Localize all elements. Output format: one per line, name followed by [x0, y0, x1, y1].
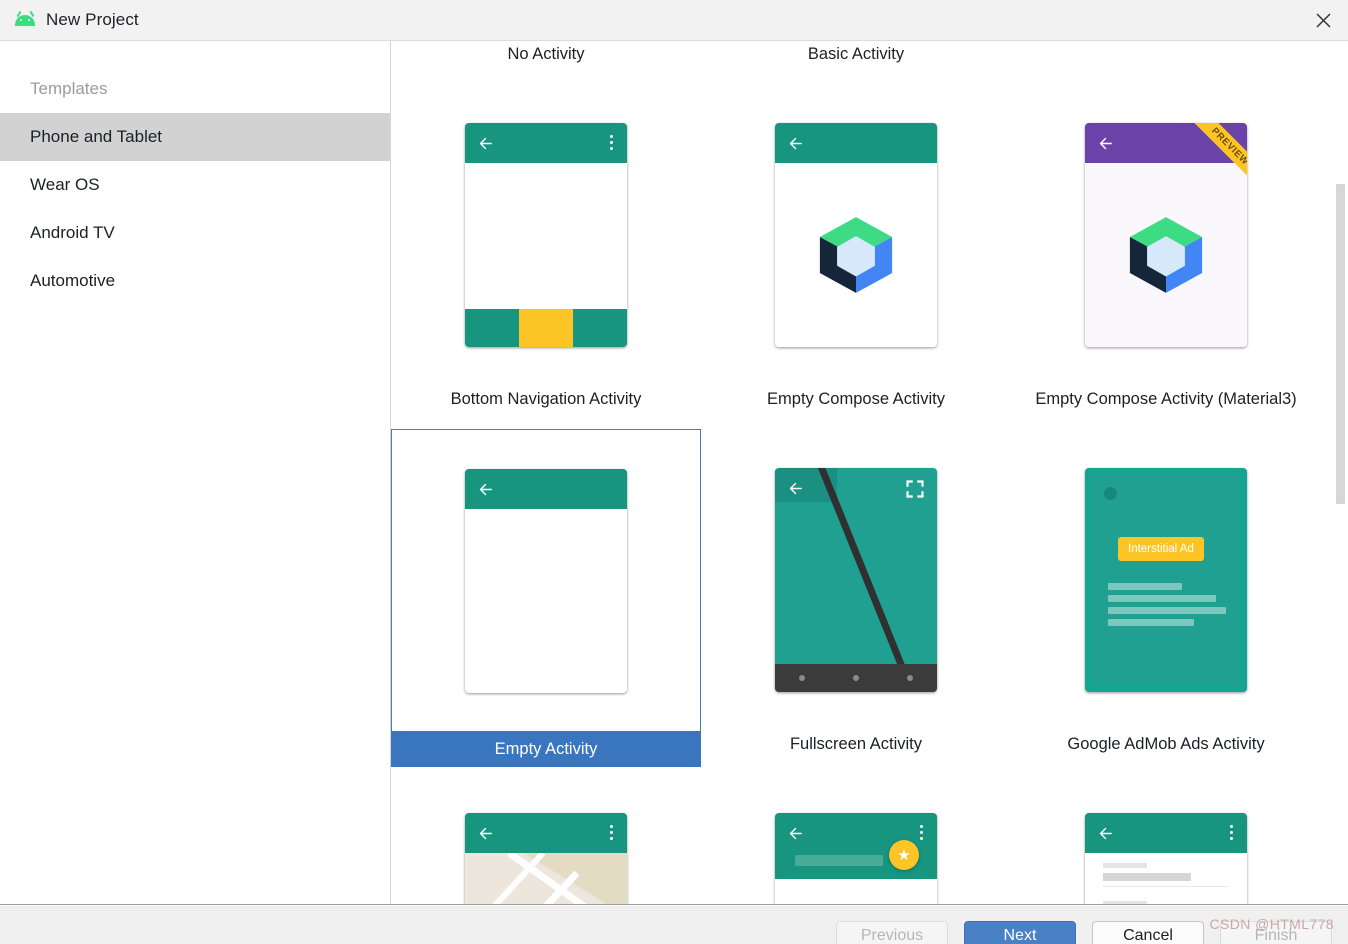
template-thumbnail	[391, 429, 701, 731]
template-card-label: Basic Activity	[807, 45, 905, 63]
dialog-title: New Project	[46, 10, 139, 29]
phone-mock	[465, 123, 627, 347]
back-arrow-icon	[1099, 827, 1112, 840]
app-bar	[775, 123, 937, 163]
app-bar	[465, 468, 627, 509]
dialog-body: Templates Phone and Tablet Wear OS Andro…	[0, 41, 1348, 905]
template-thumbnail: ★	[701, 774, 1011, 904]
star-fab-icon: ★	[889, 840, 919, 870]
back-arrow-icon	[1099, 137, 1112, 150]
template-card-label: Fullscreen Activity	[789, 735, 923, 753]
template-grid-container: No Activity Basic Activity Bottom Naviga…	[391, 41, 1348, 904]
map-graphic	[465, 853, 627, 904]
template-card-label: Bottom Navigation Activity	[450, 390, 642, 408]
template-card-basic-activity[interactable]: Basic Activity	[701, 41, 1011, 84]
template-card-no-activity[interactable]: No Activity	[391, 41, 701, 84]
sidebar-item-automotive[interactable]: Automotive	[0, 257, 390, 305]
sidebar-item-android-tv[interactable]: Android TV	[0, 209, 390, 257]
phone-mock	[1085, 813, 1247, 904]
scrollbar-thumb[interactable]	[1336, 184, 1345, 504]
system-navigation-bar	[775, 664, 937, 692]
overflow-menu-icon	[610, 135, 614, 153]
title-placeholder	[795, 855, 883, 866]
back-arrow-icon	[479, 483, 492, 495]
template-thumbnail: Interstitial Ad	[1011, 429, 1321, 731]
template-thumbnail	[391, 774, 701, 904]
avatar	[1104, 487, 1117, 500]
template-card-google-pay-activity[interactable]: ★	[701, 774, 1011, 904]
overflow-menu-icon	[920, 825, 924, 843]
interstitial-ad-button: Interstitial Ad	[1118, 537, 1204, 561]
new-project-dialog: New Project Templates Phone and Tablet W…	[0, 0, 1348, 944]
jetpack-compose-icon	[1129, 217, 1203, 293]
sidebar-item-wear-os[interactable]: Wear OS	[0, 161, 390, 209]
template-card-label: No Activity	[507, 45, 585, 63]
sidebar-item-phone-and-tablet[interactable]: Phone and Tablet	[0, 113, 390, 161]
template-card-fullscreen-activity[interactable]: Fullscreen Activity	[701, 429, 1011, 774]
back-arrow-icon	[479, 827, 492, 840]
template-thumbnail	[391, 84, 701, 386]
template-thumbnail: PREVIEW	[1011, 84, 1321, 386]
phone-mock	[465, 468, 627, 693]
app-bar	[465, 813, 627, 853]
template-card-label: Empty Compose Activity	[767, 390, 945, 408]
finish-button[interactable]: Finish	[1220, 921, 1332, 944]
cancel-button[interactable]: Cancel	[1092, 921, 1204, 944]
vertical-scrollbar[interactable]	[1335, 41, 1346, 904]
app-bar	[1085, 123, 1247, 163]
template-card-spacer	[1011, 41, 1321, 84]
login-form-placeholder	[1103, 863, 1229, 904]
close-icon[interactable]	[1298, 0, 1348, 41]
sidebar-item-label: Android TV	[30, 223, 115, 242]
sidebar-item-templates: Templates	[0, 65, 390, 113]
android-robot-icon	[14, 9, 36, 31]
overflow-menu-icon	[1230, 825, 1234, 843]
back-arrow-icon	[789, 827, 802, 840]
template-card-label: Empty Compose Activity (Material3)	[1035, 390, 1297, 408]
dialog-footer: Previous Next Cancel Finish CSDN @HTML77…	[0, 905, 1348, 944]
template-thumbnail	[701, 84, 1011, 386]
template-thumbnail	[1011, 774, 1321, 904]
sidebar-item-label: Wear OS	[30, 175, 100, 194]
template-card-empty-compose-activity[interactable]: Empty Compose Activity	[701, 84, 1011, 429]
sidebar-item-label: Templates	[30, 79, 108, 98]
next-button[interactable]: Next	[964, 921, 1076, 944]
back-arrow-icon	[789, 482, 802, 495]
app-bar	[465, 123, 627, 163]
phone-mock	[775, 123, 937, 347]
app-bar	[1085, 813, 1247, 853]
template-card-login-activity[interactable]: Login Activity	[1011, 774, 1321, 904]
phone-mock	[775, 468, 937, 692]
previous-button[interactable]: Previous	[836, 921, 948, 944]
phone-mock: PREVIEW	[1085, 123, 1247, 347]
sidebar-item-label: Automotive	[30, 271, 116, 290]
back-arrow-icon	[789, 137, 802, 150]
sidebar-item-label: Phone and Tablet	[30, 127, 163, 146]
template-card-empty-compose-activity-material3[interactable]: PREVIEW Empty Compose Activity (Material…	[1011, 84, 1321, 429]
jetpack-compose-icon	[819, 217, 893, 293]
phone-mock: ★	[775, 813, 937, 904]
placeholder-text-lines	[1108, 583, 1226, 631]
template-card-label: Google AdMob Ads Activity	[1067, 735, 1265, 753]
template-card-empty-activity[interactable]: Empty Activity	[391, 429, 701, 774]
template-card-label: Empty Activity	[391, 731, 701, 767]
template-card-google-admob-ads-activity[interactable]: Interstitial Ad Google AdMob Ads Activit…	[1011, 429, 1321, 774]
overflow-menu-icon	[610, 825, 614, 843]
template-card-google-maps-activity[interactable]: Google Maps Activity	[391, 774, 701, 904]
phone-mock: Interstitial Ad	[1085, 468, 1247, 692]
back-arrow-icon	[479, 137, 492, 150]
fullscreen-expand-icon	[906, 480, 924, 498]
bottom-navigation-bar	[465, 309, 627, 347]
template-grid: No Activity Basic Activity Bottom Naviga…	[391, 41, 1321, 904]
template-thumbnail	[701, 429, 1011, 731]
dialog-titlebar: New Project	[0, 0, 1348, 41]
map-preview	[465, 853, 627, 904]
category-sidebar: Templates Phone and Tablet Wear OS Andro…	[0, 41, 391, 904]
template-card-bottom-navigation-activity[interactable]: Bottom Navigation Activity	[391, 84, 701, 429]
phone-mock	[465, 813, 627, 904]
